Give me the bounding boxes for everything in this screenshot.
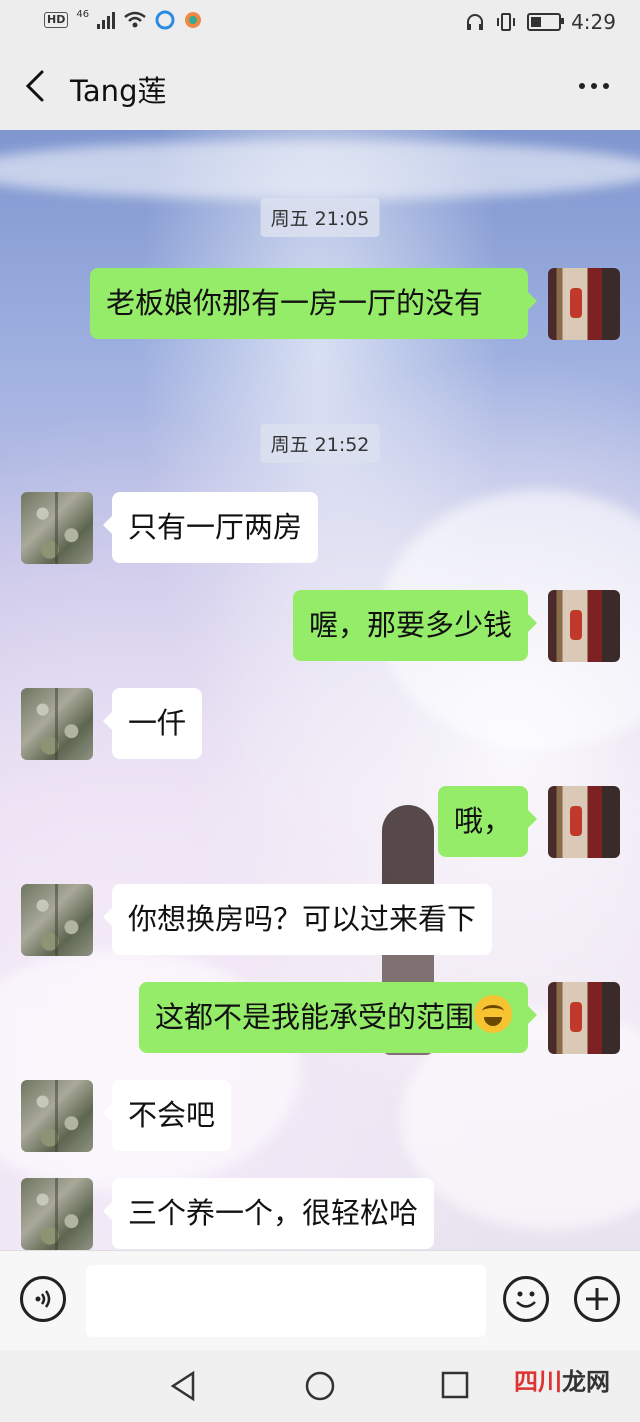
- watermark: 四川龙网: [514, 1362, 610, 1397]
- chat-header: Tang莲: [0, 44, 640, 130]
- square-recents-icon: [441, 1371, 469, 1399]
- background-cloud: [0, 140, 640, 200]
- emoji-button[interactable]: [503, 1276, 549, 1322]
- chat-title: Tang莲: [70, 74, 167, 108]
- headphone-icon: [467, 14, 484, 30]
- triangle-back-icon: [170, 1370, 195, 1402]
- system-nav-bar: 四川龙网: [0, 1350, 640, 1422]
- plus-button[interactable]: [574, 1276, 620, 1322]
- my-avatar[interactable]: [548, 590, 620, 662]
- chat-area[interactable]: 周五 21:05 老板娘你那有一房一厅的没有 周五 21:52 只有一厅两房 喔…: [0, 130, 640, 1250]
- plus-icon: [586, 1288, 608, 1310]
- battery-icon: [527, 13, 565, 31]
- emoji-icon: [516, 1291, 536, 1308]
- message-text: 这都不是我能承受的范围: [154, 1000, 474, 1034]
- message-bubble-received[interactable]: 不会吧: [102, 1080, 232, 1151]
- contact-avatar[interactable]: [21, 1080, 93, 1152]
- message-bubble-sent[interactable]: 喔，那要多少钱: [292, 590, 538, 661]
- more-button[interactable]: [574, 70, 614, 102]
- voice-icon: [35, 1290, 51, 1308]
- watermark-part1: 四川: [514, 1368, 562, 1396]
- my-avatar[interactable]: [548, 982, 620, 1054]
- message-bubble-sent[interactable]: 老板娘你那有一房一厅的没有: [90, 268, 537, 339]
- more-dots-icon: [579, 83, 585, 89]
- chevron-left-icon: [25, 70, 44, 102]
- message-bubble-sent[interactable]: 这都不是我能承受的范围: [138, 982, 538, 1053]
- vibrate-icon: [497, 13, 516, 31]
- app-notification-icon: [155, 10, 175, 30]
- message-input[interactable]: [86, 1265, 486, 1337]
- message-bubble-sent[interactable]: 哦，: [437, 786, 538, 857]
- nav-back-button[interactable]: [168, 1370, 198, 1406]
- signal-icon: [97, 11, 116, 29]
- circle-home-icon: [305, 1371, 335, 1401]
- message-bubble-received[interactable]: 三个养一个，很轻松哈: [102, 1178, 435, 1249]
- message-bubble-received[interactable]: 一仟: [102, 688, 203, 759]
- contact-avatar[interactable]: [21, 884, 93, 956]
- my-avatar[interactable]: [548, 268, 620, 340]
- message-bubble-received[interactable]: 你想换房吗？可以过来看下: [102, 884, 493, 955]
- network-type: 46: [76, 8, 90, 20]
- contact-avatar[interactable]: [21, 1178, 93, 1250]
- nav-recents-button[interactable]: [440, 1370, 470, 1404]
- timestamp: 周五 21:05: [260, 198, 380, 237]
- status-bar: HD 46 4:29: [0, 0, 640, 44]
- watermark-part2: 龙网: [562, 1368, 610, 1396]
- browser-notification-icon: [185, 12, 202, 28]
- crying-laughing-emoji-icon: [474, 995, 512, 1033]
- input-bar: [0, 1250, 640, 1351]
- status-time: 4:29: [571, 10, 616, 34]
- hd-badge: HD: [44, 12, 69, 28]
- wifi-icon: [124, 11, 146, 28]
- contact-avatar[interactable]: [21, 688, 93, 760]
- timestamp: 周五 21:52: [260, 424, 380, 463]
- contact-avatar[interactable]: [21, 492, 93, 564]
- nav-home-button[interactable]: [304, 1370, 336, 1406]
- my-avatar[interactable]: [548, 786, 620, 858]
- voice-button[interactable]: [20, 1276, 66, 1322]
- back-button[interactable]: [20, 68, 56, 104]
- message-bubble-received[interactable]: 只有一厅两房: [102, 492, 319, 563]
